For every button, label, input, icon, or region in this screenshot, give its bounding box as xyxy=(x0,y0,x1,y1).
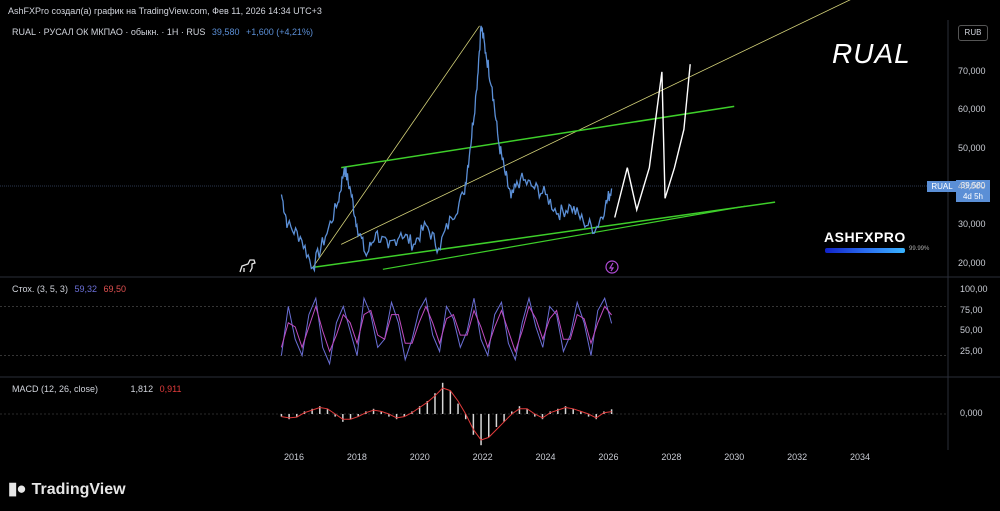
macd-value: 1,812 xyxy=(130,384,154,394)
price-axis-tick: 70,000 xyxy=(958,65,986,76)
channel-lower-line xyxy=(312,201,776,269)
time-axis-tick: 2028 xyxy=(661,452,682,462)
stochastic-panel[interactable] xyxy=(0,296,948,366)
price-axis-tick: 50,000 xyxy=(958,142,986,153)
dinosaur-icon[interactable] xyxy=(239,259,256,273)
time-axis-tick: 2030 xyxy=(724,452,745,462)
tradingview-logo[interactable]: ▮● TradingView xyxy=(8,479,126,499)
price-axis-tick: 40,000 xyxy=(958,180,986,191)
trend-line-2 xyxy=(340,0,851,245)
price-tag-symbol: RUAL xyxy=(927,181,957,192)
projection-path xyxy=(614,64,691,218)
price-axis-tick: 20,000 xyxy=(958,257,986,268)
stoch-axis-tick: 50,00 xyxy=(960,325,983,335)
time-axis-tick: 2024 xyxy=(535,452,556,462)
macd-signal-value: 0,911 xyxy=(159,384,182,394)
tradingview-logo-text: TradingView xyxy=(31,481,126,498)
time-axis-tick: 2018 xyxy=(346,452,367,462)
lightning-event-icon[interactable] xyxy=(605,260,619,274)
annotation-title[interactable]: RUAL xyxy=(832,38,911,70)
trend-line-1 xyxy=(312,25,480,268)
price-line xyxy=(280,25,613,273)
time-axis-tick: 2032 xyxy=(787,452,808,462)
stoch-k-value: 59,32 xyxy=(74,284,97,294)
macd-label[interactable]: MACD (12, 26, close) xyxy=(12,384,98,394)
chart-canvas xyxy=(0,0,1000,450)
macd-signal-line xyxy=(281,387,612,441)
macd-axis-tick: 0,000 xyxy=(960,408,983,418)
stoch-axis-tick: 25,00 xyxy=(960,345,983,356)
tradingview-mark-icon: ▮● xyxy=(8,479,27,498)
time-axis-tick: 2020 xyxy=(409,452,430,462)
main-price-panel[interactable] xyxy=(280,0,875,273)
stoch-k-line xyxy=(280,296,613,366)
stoch-axis-tick: 100,00 xyxy=(960,284,988,294)
time-axis-tick: 2026 xyxy=(598,452,619,462)
time-axis-tick: 2016 xyxy=(283,452,305,462)
time-axis-tick: 2022 xyxy=(472,452,493,462)
brand-percent: 99.99% xyxy=(909,246,930,252)
price-axis-tick: 30,000 xyxy=(958,219,986,230)
stoch-label[interactable]: Стох. (3, 5, 3) xyxy=(12,284,68,294)
brand-watermark: ASHFXPRO xyxy=(824,229,906,245)
channel-upper-line xyxy=(341,105,735,169)
stoch-axis-tick: 75,00 xyxy=(960,304,983,315)
stoch-d-value: 69,50 xyxy=(103,284,127,294)
time-axis-tick: 2034 xyxy=(849,452,871,462)
brand-bar xyxy=(825,248,905,253)
macd-legend: MACD (12, 26, close) 1,812 0,911 xyxy=(12,384,185,394)
price-axis-tick: 60,000 xyxy=(958,104,986,115)
stoch-legend: Стох. (3, 5, 3) 59,32 69,50 xyxy=(12,284,130,294)
price-tag-countdown: 4d 5h xyxy=(962,192,984,201)
